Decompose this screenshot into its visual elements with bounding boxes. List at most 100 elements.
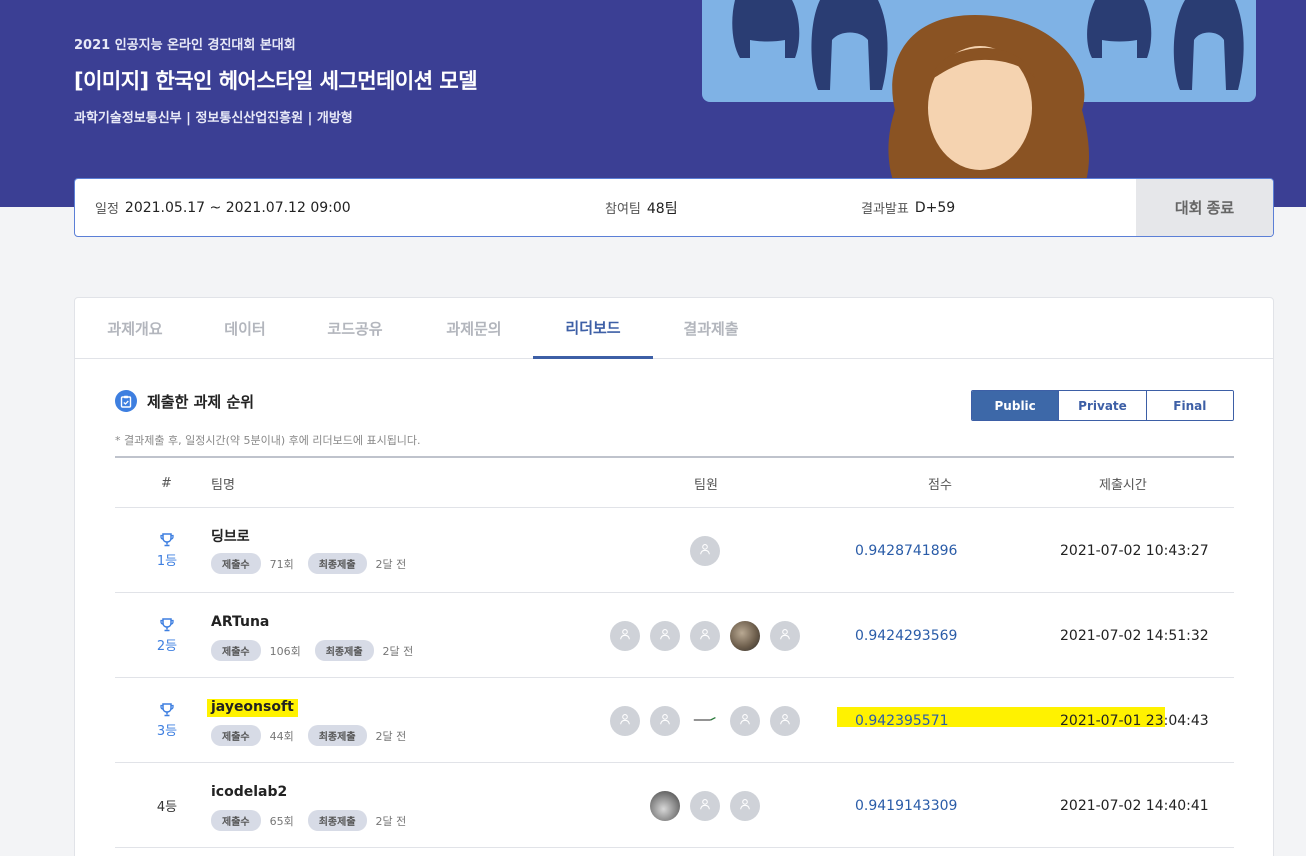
team-name[interactable]: 딩브로	[211, 526, 250, 545]
header-score: 점수	[928, 477, 952, 493]
header-members: 팀원	[694, 477, 718, 493]
rank-label: 1등	[156, 554, 178, 569]
teams-label: 참여팀	[605, 202, 641, 217]
team-cell: 딩브로 제출수 71회 최종제출 2달 전	[211, 526, 420, 574]
trophy-icon	[159, 532, 175, 548]
leaderboard-note: * 결과제출 후, 일정시간(약 5분이내) 후에 리더보드에 표시됩니다.	[115, 434, 421, 447]
avatar[interactable]	[690, 790, 720, 821]
score-value: 0.9419143309	[855, 797, 958, 814]
schedule-value: 2021.05.17 ~ 2021.07.12 09:00	[124, 199, 351, 216]
schedule-info: 일정 2021.05.17 ~ 2021.07.12 09:00	[95, 179, 351, 236]
avatar[interactable]	[770, 705, 800, 736]
competition-subtitle: 2021 인공지능 온라인 경진대회 본대회	[74, 38, 296, 53]
table-body: 1등 딩브로 제출수 71회 최종제출 2달 전 0.9428741896 2021-07-0…	[115, 508, 1234, 848]
final-submission-badge: 최종제출	[314, 640, 374, 661]
tab-inquiry[interactable]: 과제문의	[414, 298, 534, 359]
team-name[interactable]: icodelab2	[211, 784, 287, 802]
clipboard-icon	[115, 390, 137, 412]
user-icon	[738, 796, 752, 815]
score-value: 0.942395571	[855, 712, 949, 729]
competition-meta: 과학기술정보통신부 | 정보통신산업진흥원 | 개방형	[74, 111, 353, 126]
result-info: 결과발표 D+59	[861, 179, 955, 236]
submission-time: 2021-07-02 14:40:41	[1060, 797, 1209, 814]
submission-badges: 제출수 44회 최종제출 2달 전	[211, 725, 420, 746]
user-icon	[658, 626, 672, 645]
table-row: 3등 jayeonsoft 제출수 44회 최종제출 2달 전 0.942395571 202…	[115, 678, 1234, 763]
final-submission-age: 2달 전	[375, 814, 407, 828]
result-label: 결과발표	[861, 202, 909, 217]
avatar[interactable]	[730, 705, 760, 736]
avatar[interactable]	[650, 620, 680, 651]
hero-text: 2021 인공지능 온라인 경진대회 본대회 [이미지] 한국인 헤어스타일 세…	[74, 34, 478, 126]
toggle-final[interactable]: Final	[1146, 391, 1233, 420]
tab-data[interactable]: 데이터	[185, 298, 305, 359]
rank-cell: 1등	[145, 508, 189, 593]
avatar[interactable]	[650, 705, 680, 736]
submission-count: 71회	[269, 557, 294, 571]
avatar[interactable]	[650, 790, 680, 821]
team-logo-icon	[692, 716, 718, 726]
rank-label: 4등	[156, 800, 178, 815]
competition-title: [이미지] 한국인 헤어스타일 세그먼테이션 모델	[74, 69, 478, 93]
final-submission-badge: 최종제출	[307, 725, 367, 746]
submission-time: 2021-07-01 23:04:43	[1060, 712, 1209, 729]
team-cell: icodelab2 제출수 65회 최종제출 2달 전	[211, 781, 420, 831]
rank-label: 3등	[156, 724, 178, 739]
submission-badges: 제출수 71회 최종제출 2달 전	[211, 553, 420, 574]
members-cell	[565, 508, 845, 593]
leaderboard-card: 과제개요 데이터 코드공유 과제문의 리더보드 결과제출 제출한 과제 순위 *…	[74, 297, 1274, 856]
user-icon	[698, 796, 712, 815]
members-cell	[565, 593, 845, 678]
user-icon	[698, 541, 712, 560]
user-icon	[778, 626, 792, 645]
submission-count-badge: 제출수	[211, 810, 261, 831]
table-row: 4등 icodelab2 제출수 65회 최종제출 2달 전 0.9419143309 202…	[115, 763, 1234, 848]
tab-bar: 과제개요 데이터 코드공유 과제문의 리더보드 결과제출	[75, 298, 1273, 359]
avatar[interactable]	[770, 620, 800, 651]
avatar[interactable]	[690, 705, 720, 736]
submission-time: 2021-07-02 14:51:32	[1060, 627, 1209, 644]
members-cell	[565, 763, 845, 848]
competition-ended-button[interactable]: 대회 종료	[1136, 179, 1273, 236]
avatar[interactable]	[730, 790, 760, 821]
submission-count: 65회	[269, 814, 294, 828]
team-cell: jayeonsoft 제출수 44회 최종제출 2달 전	[207, 696, 420, 746]
submission-count-badge: 제출수	[211, 553, 261, 574]
avatar[interactable]	[690, 535, 720, 566]
avatar[interactable]	[690, 620, 720, 651]
members-cell	[565, 678, 845, 763]
hero-banner: 2021 인공지능 온라인 경진대회 본대회 [이미지] 한국인 헤어스타일 세…	[0, 0, 1306, 207]
leaderboard-table: # 팀명 팀원 점수 제출시간 1등 딩브로제출수 71회최종제출 2달 전 0.942…	[115, 456, 1234, 848]
avatar[interactable]	[610, 705, 640, 736]
header-rank: #	[161, 475, 172, 491]
tab-leaderboard[interactable]: 리더보드	[533, 298, 653, 359]
submission-count: 106회	[269, 644, 301, 658]
avatar[interactable]	[610, 620, 640, 651]
leaderboard-type-toggle: Public Private Final	[971, 390, 1234, 421]
tab-code-share[interactable]: 코드공유	[295, 298, 415, 359]
submission-badges: 제출수 106회 최종제출 2달 전	[211, 640, 427, 661]
final-submission-badge: 최종제출	[307, 810, 367, 831]
team-cell: ARTuna 제출수 106회 최종제출 2달 전	[211, 611, 427, 661]
schedule-label: 일정	[95, 202, 119, 217]
hairstyle-illustration	[702, 0, 1256, 207]
teams-info: 참여팀 48팀	[605, 179, 678, 236]
tab-overview[interactable]: 과제개요	[75, 298, 195, 359]
rank-cell: 2등	[145, 593, 189, 678]
team-name[interactable]: jayeonsoft	[207, 699, 298, 717]
result-value: D+59	[914, 199, 956, 216]
tab-submit-results[interactable]: 결과제출	[651, 298, 771, 359]
trophy-icon	[159, 617, 175, 633]
table-header: # 팀명 팀원 점수 제출시간	[115, 458, 1234, 508]
toggle-private[interactable]: Private	[1059, 391, 1147, 420]
final-submission-age: 2달 전	[375, 729, 407, 743]
final-submission-age: 2달 전	[375, 557, 407, 571]
team-name[interactable]: ARTuna	[211, 614, 269, 632]
avatar[interactable]	[730, 620, 760, 651]
table-row: 1등 딩브로 제출수 71회 최종제출 2달 전 0.9428741896 2021-07-0…	[115, 508, 1234, 593]
submission-count: 44회	[269, 729, 294, 743]
submission-time: 2021-07-02 10:43:27	[1060, 542, 1209, 559]
user-icon	[658, 711, 672, 730]
teams-value: 48팀	[646, 200, 678, 217]
toggle-public[interactable]: Public	[972, 391, 1060, 420]
